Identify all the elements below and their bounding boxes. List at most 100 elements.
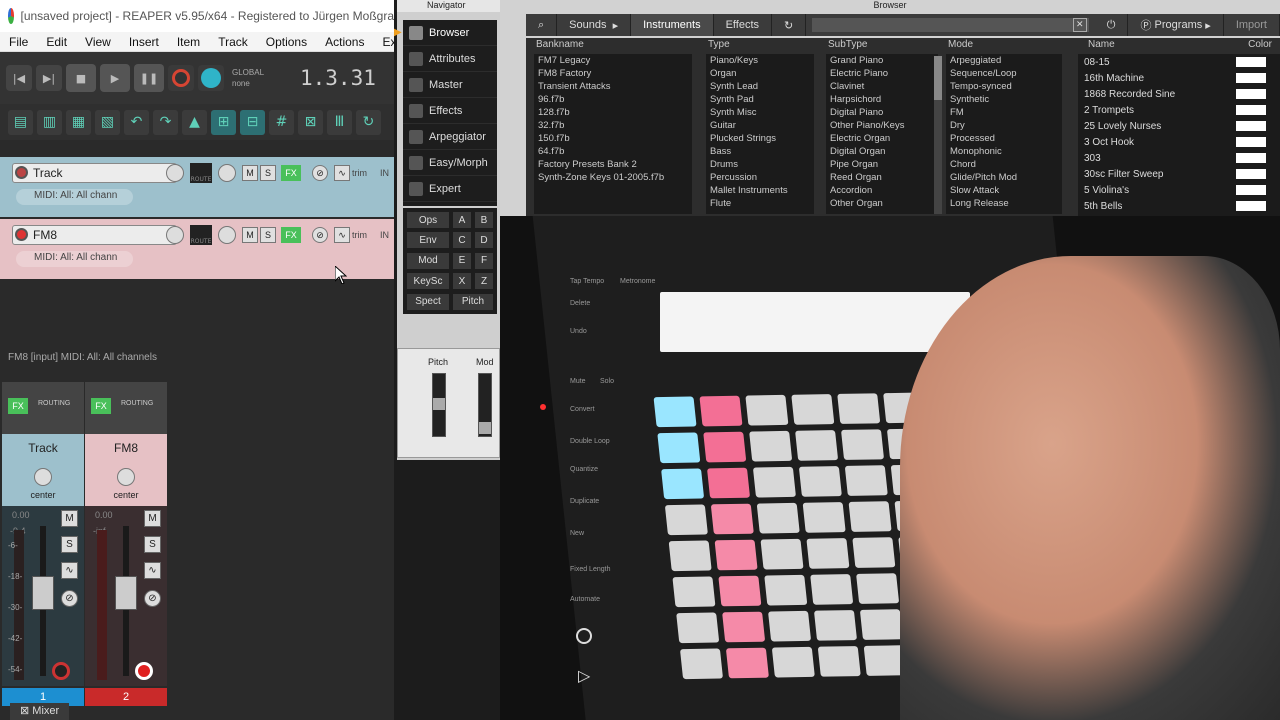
envelope-icon[interactable]: ∿ bbox=[334, 227, 350, 243]
mode-list-item[interactable]: Arpeggiated bbox=[946, 54, 1062, 67]
subtype-list-item[interactable]: Digital Organ bbox=[826, 145, 938, 158]
program-row[interactable]: 16th Machine bbox=[1078, 70, 1280, 86]
strip-routing-button[interactable]: ROUTING bbox=[38, 400, 70, 407]
strip-pan-knob[interactable] bbox=[34, 468, 52, 486]
track-name[interactable]: Track bbox=[12, 163, 177, 183]
subtype-list-item[interactable]: Clavinet bbox=[826, 80, 938, 93]
trim-label[interactable]: trim bbox=[352, 230, 367, 240]
menu-file[interactable]: File bbox=[0, 35, 37, 49]
mod-wheel[interactable] bbox=[478, 373, 492, 437]
ripple-icon[interactable]: ⊟ bbox=[240, 109, 265, 135]
mode-list-item[interactable]: Slow Attack bbox=[946, 184, 1062, 197]
strip-envelope-icon[interactable]: ∿ bbox=[144, 562, 161, 579]
strip-db-readout[interactable]: 0.00 bbox=[12, 510, 30, 520]
browser-search-input[interactable]: ✕ bbox=[812, 18, 1089, 32]
phase-icon[interactable]: ⊘ bbox=[312, 165, 328, 181]
program-row[interactable]: 30sc Filter Sweep bbox=[1078, 166, 1280, 182]
subtype-list-item[interactable]: Digital Piano bbox=[826, 106, 938, 119]
strip-pan-knob[interactable] bbox=[117, 468, 135, 486]
strip-phase-icon[interactable]: ⊘ bbox=[61, 590, 78, 607]
subtype-list-item[interactable]: Harpsichord bbox=[826, 93, 938, 106]
mode-list-item[interactable]: Processed bbox=[946, 132, 1062, 145]
new-project-icon[interactable]: ▤ bbox=[8, 109, 33, 135]
program-row[interactable]: 2 Trompets bbox=[1078, 102, 1280, 118]
mode-list-item[interactable]: Long Release bbox=[946, 197, 1062, 210]
go-to-end-button[interactable]: ▶| bbox=[36, 65, 62, 91]
track-name[interactable]: FM8 bbox=[12, 225, 177, 245]
bankname-list-item[interactable]: 64.f7b bbox=[534, 145, 692, 158]
fx-button[interactable]: FX bbox=[281, 165, 301, 181]
pitch-button[interactable]: Pitch bbox=[453, 293, 493, 310]
type-list-item[interactable]: Guitar bbox=[706, 119, 814, 132]
record-arm-icon[interactable] bbox=[15, 166, 28, 179]
pause-button[interactable]: ❚❚ bbox=[134, 64, 164, 92]
pan-knob[interactable] bbox=[218, 226, 236, 244]
repeat-button[interactable] bbox=[198, 65, 224, 91]
nav-attributes[interactable]: Attributes bbox=[403, 46, 497, 72]
program-row[interactable]: 303 bbox=[1078, 150, 1280, 166]
lock-icon[interactable]: ⊠ bbox=[298, 109, 323, 135]
tab-sounds[interactable]: Sounds ▸ bbox=[557, 14, 632, 36]
open-project-icon[interactable]: ▥ bbox=[37, 109, 62, 135]
type-list-item[interactable]: Flute bbox=[706, 197, 814, 210]
program-row[interactable]: 25 Lovely Nurses bbox=[1078, 118, 1280, 134]
go-to-start-button[interactable]: |◀ bbox=[6, 65, 32, 91]
mode-list-item[interactable]: Synthetic bbox=[946, 93, 1062, 106]
bankname-list-item[interactable]: Transient Attacks bbox=[534, 80, 692, 93]
mode-list-item[interactable]: Sequence/Loop bbox=[946, 67, 1062, 80]
strip-mute-button[interactable]: M bbox=[144, 510, 161, 527]
programs-button[interactable]: Ⓟ Programs ▸ bbox=[1128, 14, 1224, 36]
bankname-list-item[interactable]: 150.f7b bbox=[534, 132, 692, 145]
project-settings-icon[interactable]: ▧ bbox=[95, 109, 120, 135]
strip-fx-button[interactable]: FX bbox=[8, 398, 28, 414]
strip-name[interactable]: Track bbox=[2, 434, 84, 462]
op-z-button[interactable]: Z bbox=[475, 273, 493, 290]
spect-button[interactable]: Spect bbox=[407, 293, 449, 310]
route-button[interactable]: ROUTE bbox=[190, 163, 212, 183]
solo-button[interactable]: S bbox=[260, 227, 276, 243]
program-row[interactable]: 5th Bells bbox=[1078, 198, 1280, 214]
menu-edit[interactable]: Edit bbox=[37, 35, 76, 49]
subtype-list-item[interactable]: Other Piano/Keys bbox=[826, 119, 938, 132]
strip-fx-button[interactable]: FX bbox=[91, 398, 111, 414]
grid-icon[interactable]: # bbox=[269, 109, 294, 135]
track-row-track[interactable]: Track ROUTE M S FX ⊘ ∿ trim IN MIDI: All… bbox=[0, 157, 394, 217]
column-header[interactable]: Bankname bbox=[526, 38, 696, 52]
env-button[interactable]: Env bbox=[407, 232, 449, 249]
bankname-list-item[interactable]: Factory Presets Bank 2 bbox=[534, 158, 692, 171]
trim-label[interactable]: trim bbox=[352, 168, 367, 178]
time-readout[interactable]: 1.3.31 bbox=[300, 66, 376, 90]
volume-knob[interactable] bbox=[166, 164, 184, 182]
bankname-list-item[interactable]: 96.f7b bbox=[534, 93, 692, 106]
mode-list-item[interactable]: FM bbox=[946, 106, 1062, 119]
menu-options[interactable]: Options bbox=[257, 35, 316, 49]
envelope-icon[interactable]: ∿ bbox=[334, 165, 350, 181]
type-list-item[interactable]: Mallet Instruments bbox=[706, 184, 814, 197]
type-list-item[interactable]: Piano/Keys bbox=[706, 54, 814, 67]
subtype-list-item[interactable]: Other Organ bbox=[826, 197, 938, 210]
refresh-icon[interactable]: ↻ bbox=[772, 14, 807, 36]
strip-envelope-icon[interactable]: ∿ bbox=[61, 562, 78, 579]
menu-view[interactable]: View bbox=[76, 35, 120, 49]
nav-easy-morph[interactable]: Easy/Morph bbox=[403, 150, 497, 176]
type-list-item[interactable]: Organ bbox=[706, 67, 814, 80]
global-automation[interactable]: GLOBAL none bbox=[232, 67, 288, 89]
nav-arpeggiator[interactable]: Arpeggiator bbox=[403, 124, 497, 150]
close-icon[interactable]: ⊠ bbox=[20, 705, 32, 717]
mute-button[interactable]: M bbox=[242, 165, 258, 181]
bankname-list-item[interactable]: 32.f7b bbox=[534, 119, 692, 132]
mod-wheel-handle[interactable] bbox=[479, 422, 491, 434]
mode-list-item[interactable]: Glide/Pitch Mod bbox=[946, 171, 1062, 184]
midi-input-select[interactable]: MIDI: All: All chann bbox=[16, 251, 134, 267]
nav-expert[interactable]: Expert bbox=[403, 176, 497, 202]
op-x-button[interactable]: X bbox=[453, 273, 471, 290]
menu-track[interactable]: Track bbox=[209, 35, 257, 49]
program-row[interactable]: 1868 Recorded Sine bbox=[1078, 86, 1280, 102]
type-list-item[interactable]: Synth Misc bbox=[706, 106, 814, 119]
program-row[interactable]: 08-15 bbox=[1078, 54, 1280, 70]
clear-search-icon[interactable]: ✕ bbox=[1072, 18, 1087, 32]
op-a-button[interactable]: A bbox=[453, 212, 471, 228]
redo-icon[interactable]: ↷ bbox=[153, 109, 178, 135]
import-button[interactable]: Import bbox=[1224, 14, 1280, 36]
menu-actions[interactable]: Actions bbox=[316, 35, 373, 49]
